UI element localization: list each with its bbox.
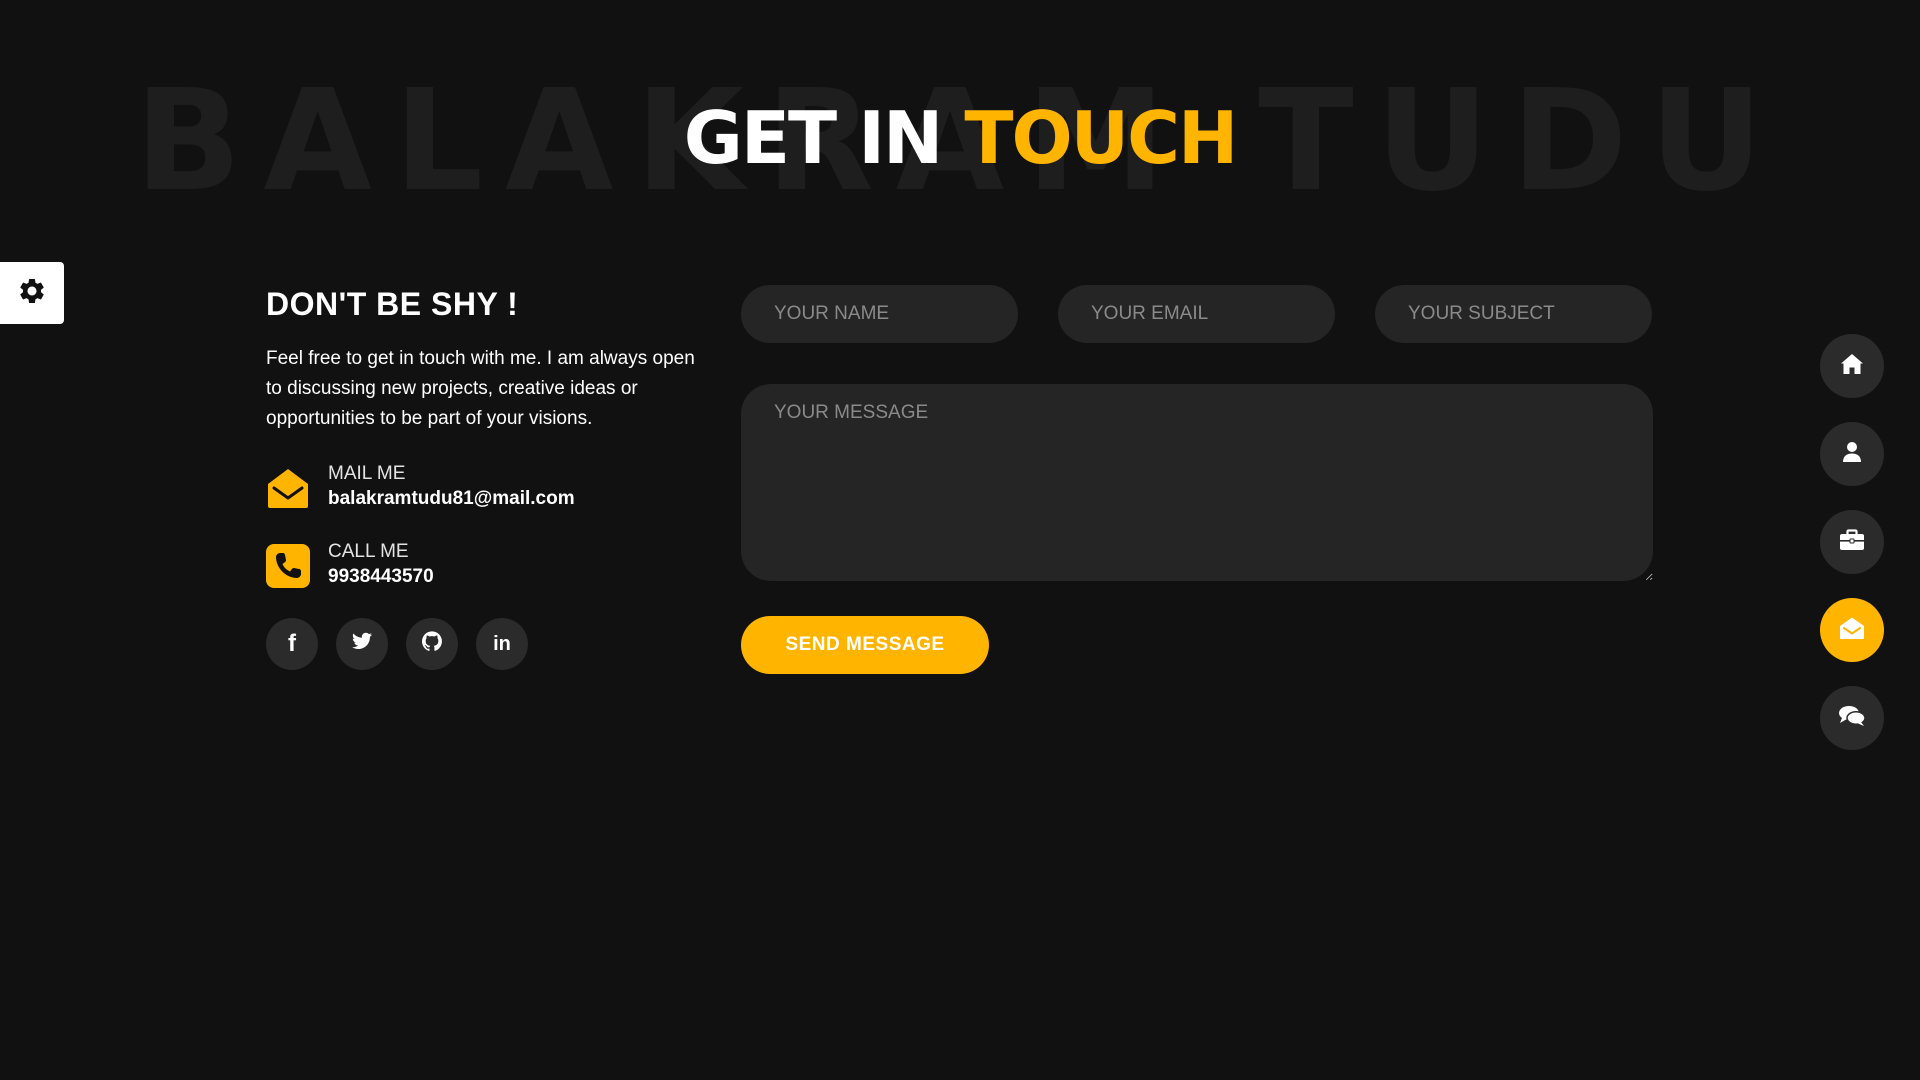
linkedin-icon: in <box>493 632 511 655</box>
section-description: Feel free to get in touch with me. I am … <box>266 348 695 429</box>
envelope-open-icon <box>1839 616 1865 645</box>
github-icon <box>422 631 442 657</box>
send-message-button[interactable]: SEND MESSAGE <box>741 616 989 674</box>
settings-toggle-button[interactable] <box>0 262 64 324</box>
facebook-icon: f <box>288 630 296 657</box>
message-textarea[interactable] <box>741 384 1653 581</box>
briefcase-icon <box>1839 528 1865 556</box>
nav-portfolio-button[interactable] <box>1820 510 1884 574</box>
gear-icon <box>17 276 47 311</box>
home-icon <box>1840 353 1864 380</box>
name-input[interactable] <box>741 285 1018 343</box>
chat-icon <box>1838 705 1866 732</box>
subject-input[interactable] <box>1375 285 1652 343</box>
section-heading: DON'T BE SHY ! <box>266 286 519 322</box>
email-input[interactable] <box>1058 285 1335 343</box>
nav-home-button[interactable] <box>1820 334 1884 398</box>
form-input-row <box>741 285 1653 343</box>
social-links: f in <box>266 618 706 670</box>
facebook-link[interactable]: f <box>266 618 318 670</box>
contact-mail: MAIL ME balakramtudu81@mail.com <box>266 462 706 518</box>
nav-contact-button[interactable] <box>1820 598 1884 662</box>
page-title: GET IN TOUCH <box>0 102 1920 174</box>
contact-info-section: DON'T BE SHY ! Feel free to get in touch… <box>266 282 706 670</box>
contact-call: CALL ME 9938443570 <box>266 540 706 596</box>
user-icon <box>1842 441 1862 468</box>
page-title-accent: TOUCH <box>964 96 1238 180</box>
contact-mail-label: MAIL ME <box>328 463 406 484</box>
nav-blog-button[interactable] <box>1820 686 1884 750</box>
contact-call-value: 9938443570 <box>328 566 434 587</box>
contact-mail-value: balakramtudu81@mail.com <box>328 488 575 509</box>
github-link[interactable] <box>406 618 458 670</box>
phone-icon <box>266 544 310 588</box>
contact-page: BALAKRAM TUDU GET IN TOUCH DON'T BE SHY … <box>0 0 1920 1080</box>
envelope-open-icon <box>266 466 310 510</box>
side-navigation <box>1820 334 1884 750</box>
twitter-icon <box>352 632 372 656</box>
twitter-link[interactable] <box>336 618 388 670</box>
linkedin-link[interactable]: in <box>476 618 528 670</box>
page-title-main: GET IN <box>683 96 965 180</box>
contact-call-label: CALL ME <box>328 541 409 562</box>
nav-about-button[interactable] <box>1820 422 1884 486</box>
contact-form: SEND MESSAGE <box>741 285 1653 674</box>
